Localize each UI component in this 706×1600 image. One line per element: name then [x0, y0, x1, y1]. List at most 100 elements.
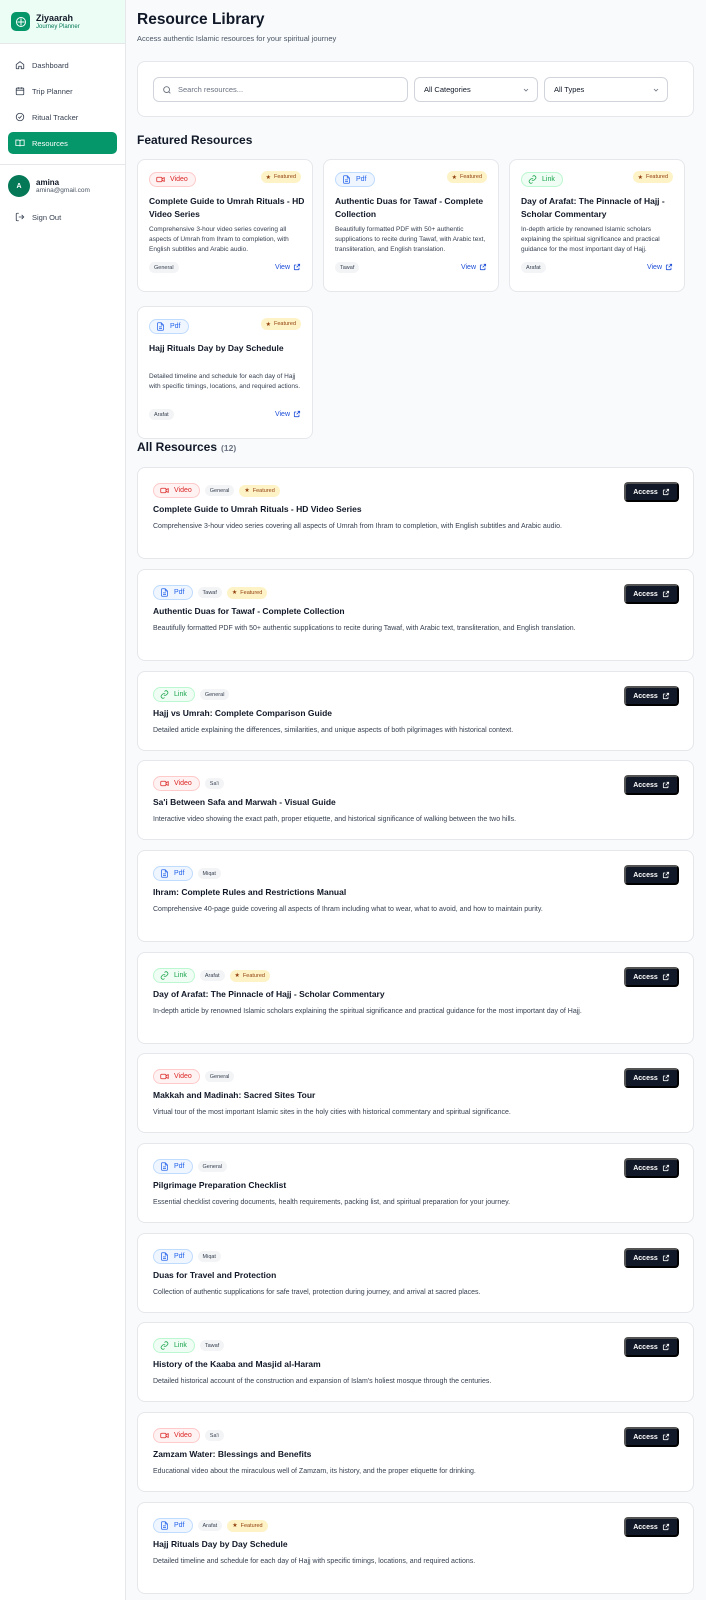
video-icon: [156, 176, 165, 183]
card-title: Complete Guide to Umrah Rituals - HD Vid…: [149, 196, 305, 219]
resource-title: Zamzam Water: Blessings and Benefits: [153, 1449, 312, 1459]
access-button[interactable]: Access: [624, 1248, 679, 1268]
view-link[interactable]: View: [275, 263, 301, 271]
external-link-icon: [662, 488, 669, 496]
type-label: Video: [174, 780, 192, 787]
type-label: Video: [174, 1432, 192, 1439]
featured-label: Featured: [240, 1522, 263, 1529]
row-badges: Video General ★ Featured: [153, 483, 280, 498]
type-select[interactable]: All Types: [544, 77, 668, 102]
type-badge: Video: [149, 172, 196, 187]
brand[interactable]: Ziyaarah Journey Planner: [0, 0, 125, 44]
featured-card[interactable]: Video ★ Featured Complete Guide to Umrah Ri…: [137, 159, 313, 292]
chevron-down-icon: [523, 88, 529, 92]
access-button[interactable]: Access: [624, 865, 679, 885]
featured-badge: ★ Featured: [632, 171, 673, 183]
row-badges: Pdf Arafat ★ Featured: [153, 1518, 268, 1533]
category-tag: Arafat: [521, 262, 546, 273]
type-badge: Video: [153, 1069, 200, 1084]
featured-badge: ★ Featured: [260, 318, 301, 330]
category-select[interactable]: All Categories: [414, 77, 538, 102]
card-title: Authentic Duas for Tawaf - Complete Coll…: [335, 196, 484, 219]
external-link-icon: [662, 973, 669, 981]
featured-card[interactable]: Link ★ Featured Day of Arafat: The Pinnacle…: [509, 159, 685, 292]
category-tag: General: [204, 1071, 235, 1082]
resource-description: Detailed historical account of the const…: [153, 1378, 492, 1385]
access-label: Access: [633, 871, 658, 879]
all-resources-heading: All Resources (12): [137, 440, 236, 454]
type-label: Pdf: [174, 870, 185, 877]
row-badges: Link General: [153, 687, 230, 702]
featured-card[interactable]: Pdf ★ Featured Hajj Rituals Day by Day Sche…: [137, 306, 313, 439]
card-badges: Video ★ Featured: [149, 171, 301, 187]
featured-badge: ★ Featured: [239, 484, 280, 497]
view-link[interactable]: View: [275, 410, 301, 418]
log-out-icon: [15, 212, 25, 222]
star-icon: ★: [265, 174, 271, 181]
access-button[interactable]: Access: [624, 775, 679, 795]
row-badges: Pdf Miqat: [153, 1249, 221, 1264]
sidebar-item-trip-planner[interactable]: Trip Planner: [8, 80, 117, 102]
card-description: Detailed timeline and schedule for each …: [149, 373, 301, 390]
file-text-icon: [161, 1162, 168, 1171]
page-title: Resource Library: [137, 11, 265, 28]
access-button[interactable]: Access: [624, 686, 679, 706]
access-label: Access: [633, 973, 658, 981]
card-badges: Pdf ★ Featured: [335, 171, 487, 187]
type-badge: Link: [153, 968, 195, 983]
resource-description: Detailed timeline and schedule for each …: [153, 1558, 476, 1565]
access-button[interactable]: Access: [624, 1158, 679, 1178]
resource-description: Detailed article explaining the differen…: [153, 727, 514, 734]
resource-description: Comprehensive 40-page guide covering all…: [153, 906, 543, 913]
search-input[interactable]: [178, 85, 398, 94]
resource-row: Video Sa'i Sa'i Between Safa and Marwah - …: [137, 760, 694, 840]
type-badge: Pdf: [153, 585, 193, 600]
sidebar-item-ritual-tracker[interactable]: Ritual Tracker: [8, 106, 117, 128]
access-label: Access: [633, 1433, 658, 1441]
featured-card[interactable]: Pdf ★ Featured Authentic Duas for Tawaf - C…: [323, 159, 499, 292]
sidebar-item-label: Dashboard: [32, 60, 69, 70]
access-button[interactable]: Access: [624, 1337, 679, 1357]
card-title: Day of Arafat: The Pinnacle of Hajj - Sc…: [521, 196, 665, 219]
external-link-icon: [662, 781, 669, 789]
access-button[interactable]: Access: [624, 482, 679, 502]
access-button[interactable]: Access: [624, 1517, 679, 1537]
resource-title: History of the Kaaba and Masjid al-Haram: [153, 1359, 321, 1369]
type-label: Pdf: [174, 1163, 185, 1170]
featured-label: Featured: [252, 487, 275, 494]
access-button[interactable]: Access: [624, 967, 679, 987]
type-badge: Video: [153, 1428, 200, 1443]
video-icon: [160, 487, 169, 494]
sidebar-item-label: Resources: [32, 138, 68, 148]
type-label: Link: [542, 176, 555, 183]
external-link-icon: [662, 1074, 669, 1082]
sign-out-button[interactable]: Sign Out: [8, 197, 117, 222]
access-label: Access: [633, 590, 658, 598]
resource-description: Comprehensive 3-hour video series coveri…: [153, 523, 562, 530]
resource-title: Pilgrimage Preparation Checklist: [153, 1180, 287, 1190]
type-label: Link: [174, 1342, 187, 1349]
resource-row: Video General Makkah and Madinah: Sacred S…: [137, 1053, 694, 1133]
view-link[interactable]: View: [461, 263, 487, 271]
type-badge: Pdf: [153, 1518, 193, 1533]
access-button[interactable]: Access: [624, 584, 679, 604]
search-box[interactable]: [153, 77, 408, 102]
row-badges: Pdf Tawaf ★ Featured: [153, 585, 268, 600]
user-profile[interactable]: A amina amina@gmail.com: [8, 175, 117, 197]
sidebar-item-resources[interactable]: Resources: [8, 132, 117, 154]
view-link[interactable]: View: [647, 263, 673, 271]
category-tag: General: [197, 1161, 228, 1172]
category-tag: Miqat: [197, 1251, 221, 1262]
resource-row: Link Tawaf History of the Kaaba and Masjid…: [137, 1322, 694, 1402]
category-tag: Arafat: [199, 970, 225, 981]
card-description: Comprehensive 3-hour video series coveri…: [149, 226, 289, 253]
link-icon: [160, 690, 169, 699]
access-button[interactable]: Access: [624, 1068, 679, 1088]
sidebar-item-dashboard[interactable]: Dashboard: [8, 54, 117, 76]
category-tag: Tawaf: [335, 262, 360, 273]
card-description: Beautifully formatted PDF with 50+ authe…: [335, 226, 486, 253]
access-button[interactable]: Access: [624, 1427, 679, 1447]
featured-badge: ★ Featured: [260, 171, 301, 183]
row-badges: Pdf Miqat: [153, 866, 221, 881]
category-tag: Sa'i: [204, 778, 224, 789]
